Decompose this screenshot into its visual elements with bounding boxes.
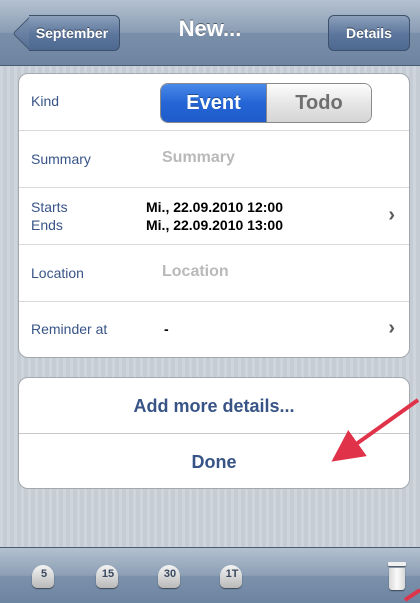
back-button[interactable]: September	[10, 15, 120, 51]
trash-lid	[388, 562, 406, 566]
ends-label: Ends	[31, 217, 63, 233]
chevron-right-icon: ›	[388, 204, 395, 226]
reminder-5-label: 5	[40, 568, 48, 580]
details-button[interactable]: Details	[328, 15, 410, 51]
summary-row[interactable]: Summary Summary	[19, 131, 409, 188]
summary-input[interactable]: Summary	[162, 149, 235, 167]
trash-icon[interactable]	[386, 562, 408, 590]
reminder-value: -	[164, 321, 169, 337]
trash-can	[389, 568, 405, 590]
reminder-1day-button[interactable]: 1T	[218, 563, 246, 591]
reminder-label: Reminder at	[31, 321, 108, 337]
kind-segmented-control[interactable]: Event Todo	[160, 83, 372, 123]
navigation-bar: September New... Details	[0, 0, 420, 66]
reminder-15-label: 15	[101, 568, 115, 580]
actions-group: Add more details... Done	[18, 377, 410, 489]
reminder-15-button[interactable]: 15	[94, 563, 122, 591]
add-more-details-button[interactable]: Add more details...	[19, 378, 409, 434]
bottom-toolbar: 5 15 30 1T	[0, 547, 420, 603]
reminder-30-label: 30	[163, 568, 177, 580]
reminder-30-button[interactable]: 30	[156, 563, 184, 591]
location-label: Location	[31, 265, 84, 281]
location-input[interactable]: Location	[162, 263, 229, 281]
event-form-group: Kind Event Todo Summary Summary Starts E…	[18, 73, 410, 358]
chevron-right-icon: ›	[388, 317, 395, 339]
reminder-row[interactable]: Reminder at - ›	[19, 302, 409, 357]
segment-event[interactable]: Event	[161, 84, 266, 122]
starts-value: Mi., 22.09.2010 12:00	[146, 199, 283, 215]
back-button-label: September	[29, 15, 120, 51]
kind-label: Kind	[31, 93, 60, 109]
location-row[interactable]: Location Location	[19, 245, 409, 302]
summary-label: Summary	[31, 151, 91, 167]
starts-label: Starts	[31, 199, 68, 215]
ends-value: Mi., 22.09.2010 13:00	[146, 217, 283, 233]
reminder-5-button[interactable]: 5	[30, 563, 58, 591]
kind-row: Kind Event Todo	[19, 74, 409, 131]
segment-todo[interactable]: Todo	[266, 84, 371, 122]
app-screen: September New... Details Kind Event Todo…	[0, 0, 420, 603]
reminder-1day-label: 1T	[225, 568, 239, 580]
starts-ends-row[interactable]: Starts Ends Mi., 22.09.2010 12:00 Mi., 2…	[19, 188, 409, 245]
page-title: New...	[178, 16, 242, 41]
done-button[interactable]: Done	[19, 434, 409, 488]
